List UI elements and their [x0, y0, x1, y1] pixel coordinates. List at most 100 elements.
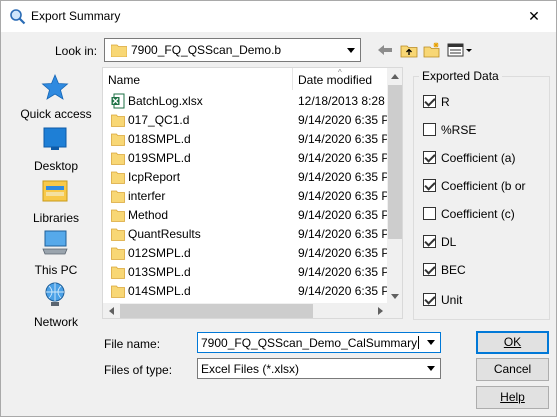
place-label: This PC [34, 263, 78, 277]
file-name-field[interactable]: 7900_FQ_QSScan_Demo_CalSummary [197, 332, 441, 353]
checkbox-label: Unit [441, 293, 463, 307]
up-folder-icon [400, 45, 418, 58]
view-menu-button[interactable] [446, 40, 474, 60]
file-name: 019SMPL.d [128, 151, 191, 165]
file-name-label: File name: [104, 337, 161, 351]
up-folder-button[interactable] [398, 40, 420, 60]
scroll-up-icon[interactable] [387, 68, 402, 84]
place-network[interactable]: Network [13, 281, 99, 331]
file-row[interactable]: 013SMPL.d 9/14/2020 6:35 PM [103, 263, 388, 282]
file-row[interactable]: QuantResults 9/14/2020 6:35 PM [103, 225, 388, 244]
column-header-name[interactable]: Name [103, 68, 293, 90]
file-row[interactable]: 019SMPL.d 9/14/2020 6:35 PM [103, 149, 388, 168]
file-date-modified: 9/14/2020 6:35 PM [298, 132, 388, 146]
checkbox-box[interactable] [423, 179, 436, 192]
place-label: Desktop [33, 159, 79, 173]
checkbox-box[interactable] [423, 293, 436, 306]
close-button[interactable]: ✕ [512, 1, 556, 31]
checkbox-label: BEC [441, 263, 466, 277]
desktop-icon [43, 127, 67, 150]
quick-access-star-icon [41, 73, 69, 100]
checkbox-box[interactable] [423, 263, 436, 276]
file-row[interactable]: 012SMPL.d 9/14/2020 6:35 PM [103, 244, 388, 263]
checkbox-box[interactable] [423, 95, 436, 108]
checkbox-label: DL [441, 235, 457, 249]
checkbox-label: Coefficient (c) [441, 207, 515, 221]
look-in-label: Look in: [55, 44, 98, 58]
file-name-value: 7900_FQ_QSScan_Demo_CalSummary [201, 336, 418, 350]
folder-icon [111, 152, 125, 165]
file-name: QuantResults [128, 227, 201, 241]
place-libraries[interactable]: Libraries [13, 177, 99, 227]
checkbox-box[interactable] [423, 235, 436, 248]
place-label: Libraries [32, 211, 80, 225]
file-row[interactable]: 017_QC1.d 9/14/2020 6:35 PM [103, 111, 388, 130]
folder-icon [111, 209, 125, 222]
file-row[interactable]: Method 9/14/2020 6:35 PM [103, 206, 388, 225]
folder-icon [111, 44, 127, 57]
checkbox-box[interactable] [423, 151, 436, 164]
magnifier-app-icon [10, 9, 26, 25]
checkbox-box[interactable] [423, 207, 436, 220]
folder-icon [111, 228, 125, 241]
this-pc-icon [42, 230, 68, 255]
file-date-modified: 9/14/2020 6:35 PM [298, 113, 388, 127]
place-this-pc[interactable]: This PC [13, 229, 99, 279]
file-name: interfer [128, 189, 166, 203]
vertical-scrollbar[interactable] [387, 68, 402, 304]
close-icon: ✕ [528, 7, 540, 24]
scroll-left-icon[interactable] [103, 303, 119, 318]
cancel-label: Cancel [493, 362, 532, 376]
folder-icon [111, 285, 125, 298]
text-caret [418, 336, 420, 349]
vertical-scroll-thumb[interactable] [388, 85, 402, 239]
look-in-dropdown[interactable]: 7900_FQ_QSScan_Demo.b [104, 38, 361, 62]
ok-button[interactable]: OK [476, 331, 549, 354]
checkbox-box[interactable] [423, 123, 436, 136]
files-of-type-value: Excel Files (*.xlsx) [201, 362, 300, 376]
ok-label: OK [503, 335, 522, 349]
file-date-modified: 9/14/2020 6:35 PM [298, 170, 388, 184]
folder-icon [111, 266, 125, 279]
file-name: 014SMPL.d [128, 284, 191, 298]
look-in-value: 7900_FQ_QSScan_Demo.b [131, 43, 282, 57]
file-date-modified: 9/14/2020 6:35 PM [298, 265, 388, 279]
file-name: BatchLog.xlsx [128, 94, 203, 108]
chevron-down-icon[interactable] [422, 334, 439, 351]
file-name: IcpReport [128, 170, 181, 184]
chevron-down-icon[interactable] [342, 40, 359, 60]
scroll-right-icon[interactable] [372, 303, 388, 318]
help-label: Help [500, 390, 525, 404]
file-date-modified: 12/18/2013 8:28 A [298, 94, 388, 108]
file-name: Method [128, 208, 169, 222]
new-folder-icon [423, 42, 440, 58]
file-row[interactable]: 014SMPL.d 9/14/2020 6:35 PM [103, 282, 388, 301]
files-of-type-label: Files of type: [104, 363, 173, 377]
file-row[interactable]: interfer 9/14/2020 6:35 PM [103, 187, 388, 206]
cancel-button[interactable]: Cancel [476, 358, 549, 381]
export-summary-dialog: Export Summary ✕ Look in: 7900_FQ_QSScan… [0, 0, 557, 417]
scrollbar-corner [388, 304, 402, 318]
checkbox-label: %RSE [441, 123, 477, 137]
chevron-down-icon[interactable] [422, 360, 439, 377]
horizontal-scroll-thumb[interactable] [120, 304, 313, 318]
file-row[interactable]: IcpReport 9/14/2020 6:35 PM [103, 168, 388, 187]
column-header-date-modified[interactable]: Date modified [293, 68, 385, 90]
file-list[interactable]: ^ Name Date modified BatchLog.xlsx 12/18/… [102, 67, 403, 319]
file-row[interactable]: BatchLog.xlsx 12/18/2013 8:28 A [103, 92, 388, 111]
file-date-modified: 9/14/2020 6:35 PM [298, 208, 388, 222]
files-of-type-dropdown[interactable]: Excel Files (*.xlsx) [197, 358, 441, 379]
new-folder-button[interactable] [421, 40, 443, 60]
horizontal-scrollbar[interactable] [103, 303, 388, 318]
place-desktop[interactable]: Desktop [13, 125, 99, 175]
file-row[interactable]: 018SMPL.d 9/14/2020 6:35 PM [103, 130, 388, 149]
back-button[interactable] [374, 40, 396, 60]
scroll-down-icon[interactable] [387, 288, 402, 304]
file-date-modified: 9/14/2020 6:35 PM [298, 284, 388, 298]
place-quick-access[interactable]: Quick access [13, 73, 99, 123]
help-button[interactable]: Help [476, 386, 549, 409]
folder-icon [111, 133, 125, 146]
place-label: Network [33, 315, 78, 329]
file-name: 013SMPL.d [128, 265, 191, 279]
back-arrow-icon [378, 45, 392, 55]
